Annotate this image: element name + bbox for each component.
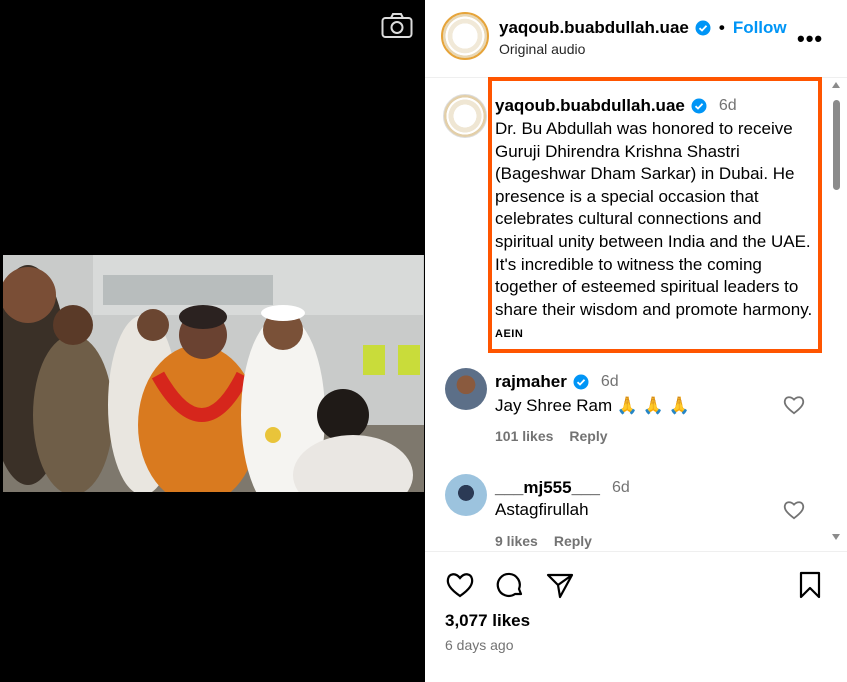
comment-time[interactable]: 6d [612,479,630,497]
post-video[interactable] [3,255,424,492]
comments-scrollbar[interactable] [829,80,843,546]
heart-icon[interactable] [445,570,475,600]
share-icon[interactable] [545,570,575,600]
likes-count[interactable]: 3,077 likes [445,611,530,631]
post-detail-panel: yaqoub.buabdullah.uae • Follow Original … [425,0,847,682]
scroll-thumb[interactable] [833,100,840,190]
comment-meta: 9 likes Reply [495,533,592,549]
heart-icon[interactable] [783,500,805,520]
comment-meta: 101 likes Reply [495,428,608,444]
comment-text: Jay Shree Ram 🙏 🙏 🙏 [495,396,690,415]
media-panel [0,0,425,682]
comment-likes[interactable]: 9 likes [495,533,538,549]
author-avatar[interactable] [441,12,489,60]
highlight-box [488,77,822,353]
comment-text: Astagfirullah [495,500,589,519]
commenter-username[interactable]: rajmaher [495,372,567,392]
caption-author-avatar[interactable] [443,94,487,138]
comment-likes[interactable]: 101 likes [495,428,553,444]
original-audio-link[interactable]: Original audio [499,41,585,57]
comment-icon[interactable] [495,570,525,600]
verified-badge-icon [695,20,711,36]
commenter-row: rajmaher 6d [495,372,619,392]
scroll-up-arrow-icon[interactable] [832,82,840,88]
post-header: yaqoub.buabdullah.uae • Follow Original … [425,0,847,78]
commenter-username[interactable]: ___mj555___ [495,478,600,498]
bookmark-icon[interactable] [795,570,825,600]
commenter-avatar[interactable] [445,474,487,516]
commenter-row: ___mj555___ 6d [495,478,630,498]
reply-button[interactable]: Reply [554,533,592,549]
heart-icon[interactable] [783,395,805,415]
comment-time[interactable]: 6d [601,373,619,391]
more-options-button[interactable]: ••• [797,26,823,51]
actions-divider [425,551,847,552]
follow-button[interactable]: Follow [733,18,787,38]
verified-badge-icon [573,374,589,390]
commenter-avatar[interactable] [445,368,487,410]
reply-button[interactable]: Reply [569,428,607,444]
scroll-down-arrow-icon[interactable] [832,534,840,540]
post-timestamp[interactable]: 6 days ago [445,637,514,653]
camera-icon[interactable] [381,12,413,39]
video-frame-image [3,255,424,492]
author-row: yaqoub.buabdullah.uae • Follow [499,18,787,38]
separator-dot: • [718,18,725,37]
author-username[interactable]: yaqoub.buabdullah.uae [499,18,689,38]
